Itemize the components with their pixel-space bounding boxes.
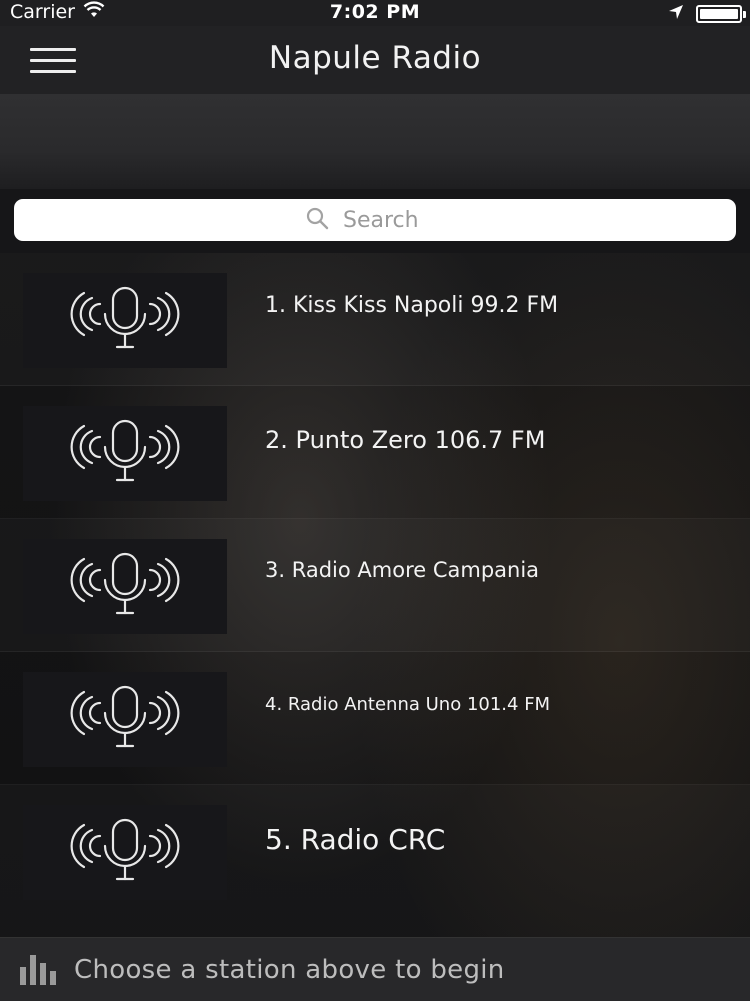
battery-icon [696,5,746,23]
station-name: 2. Punto Zero 106.7 FM [265,426,546,454]
station-row-1[interactable]: 1. Kiss Kiss Napoli 99.2 FM [0,253,750,386]
player-status-text: Choose a station above to begin [74,954,505,985]
microphone-broadcast-icon [60,550,190,624]
station-name: 1. Kiss Kiss Napoli 99.2 FM [265,293,559,318]
nav-bar: Napule Radio [0,26,750,94]
search-field[interactable] [14,199,736,241]
station-row-3[interactable]: 3. Radio Amore Campania [0,519,750,652]
battery-level [700,9,738,19]
status-right [668,3,746,25]
search-input[interactable] [341,206,445,234]
player-bar[interactable]: Choose a station above to begin [0,937,750,1001]
location-arrow-icon [668,3,684,25]
station-list: 1. Kiss Kiss Napoli 99.2 FM 2. Punto Zer… [0,253,750,941]
microphone-broadcast-icon [60,816,190,890]
station-thumbnail [23,406,227,501]
microphone-broadcast-icon [60,284,190,358]
station-name: 5. Radio CRC [265,823,446,856]
search-bar [0,189,750,253]
microphone-broadcast-icon [60,417,190,491]
page-title: Napule Radio [268,40,482,76]
station-row-2[interactable]: 2. Punto Zero 106.7 FM [0,386,750,519]
status-bar: Carrier 7:02 PM [0,0,750,26]
microphone-broadcast-icon [60,683,190,757]
search-icon [305,206,329,234]
status-time: 7:02 PM [329,1,421,23]
station-name: 3. Radio Amore Campania [265,558,540,582]
station-row-5[interactable]: 5. Radio CRC [0,785,750,941]
banner-area [0,94,750,189]
station-name: 4. Radio Antenna Uno 101.4 FM [265,694,551,715]
station-row-4[interactable]: 4. Radio Antenna Uno 101.4 FM [0,652,750,785]
equalizer-bars-icon [20,954,56,985]
station-thumbnail [23,805,227,900]
station-thumbnail [23,539,227,634]
station-thumbnail [23,273,227,368]
station-thumbnail [23,672,227,767]
